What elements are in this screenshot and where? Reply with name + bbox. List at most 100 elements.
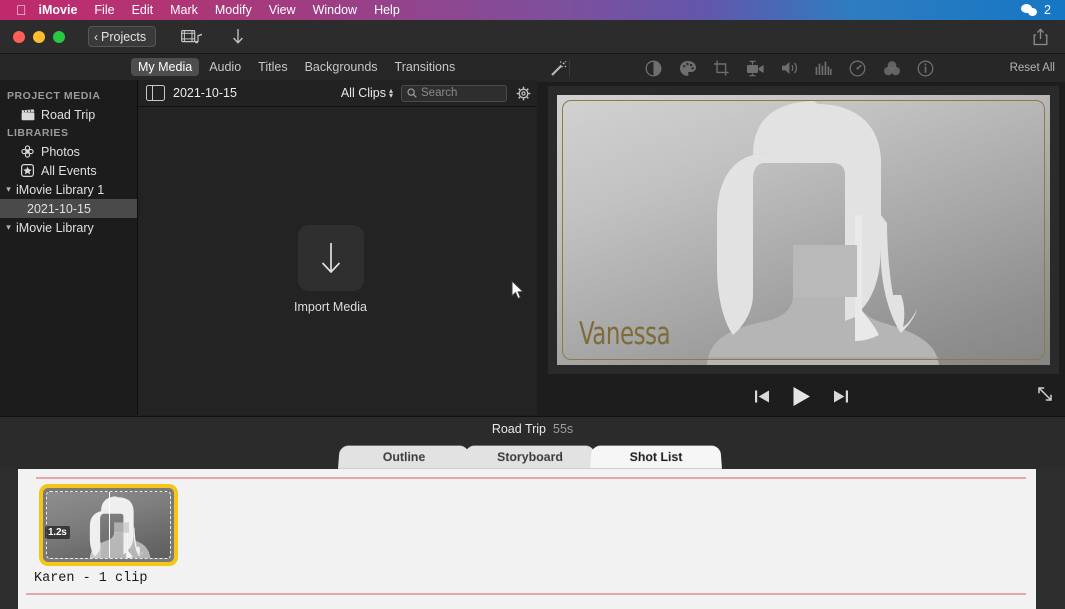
speed-gauge-icon[interactable] bbox=[848, 59, 867, 78]
video-preview[interactable]: Vanessa bbox=[548, 86, 1059, 374]
menu-item-view[interactable]: View bbox=[269, 3, 296, 17]
chevron-down-icon[interactable]: ▾ bbox=[3, 184, 14, 195]
stabilization-camera-icon[interactable] bbox=[746, 59, 765, 78]
search-input[interactable]: Search bbox=[401, 84, 507, 102]
maximize-button[interactable] bbox=[53, 30, 65, 43]
playback-controls bbox=[537, 378, 1065, 415]
library-tabs: My Media Audio Titles Backgrounds Transi… bbox=[0, 54, 537, 80]
viewer-adjust-group bbox=[570, 59, 1010, 78]
color-correction-palette-icon[interactable] bbox=[678, 59, 697, 78]
tab-shot-list[interactable]: Shot List bbox=[590, 445, 722, 469]
color-filter-icon[interactable] bbox=[882, 59, 901, 78]
projects-back-button[interactable]: ‹ Projects bbox=[88, 26, 157, 47]
wechat-badge-count: 2 bbox=[1044, 3, 1051, 17]
volume-icon[interactable] bbox=[780, 59, 799, 78]
sidebar-header-project-media: PROJECT MEDIA bbox=[7, 90, 101, 102]
menu-item-edit[interactable]: Edit bbox=[132, 3, 154, 17]
close-button[interactable] bbox=[13, 30, 25, 43]
star-box-icon bbox=[20, 164, 35, 178]
menu-item-mark[interactable]: Mark bbox=[170, 3, 198, 17]
sidebar-item-label: All Events bbox=[41, 163, 97, 178]
apple-icon[interactable]:  bbox=[16, 3, 27, 17]
viewer-adjust-toolbar: Reset All bbox=[537, 54, 1065, 82]
gear-icon[interactable] bbox=[515, 85, 531, 101]
info-icon[interactable] bbox=[916, 59, 935, 78]
menu-item-imovie[interactable]: iMovie bbox=[39, 3, 78, 17]
shot-list-panel: 1.2s Karen - 1 clip bbox=[0, 469, 1065, 609]
project-duration-label: 55s bbox=[553, 422, 574, 436]
sidebar-item-2021-10-15[interactable]: 2021-10-15 bbox=[0, 199, 137, 218]
crop-icon[interactable] bbox=[712, 59, 731, 78]
photos-flower-icon bbox=[20, 145, 35, 159]
sidebar-toggle-icon[interactable] bbox=[146, 85, 165, 101]
tab-titles[interactable]: Titles bbox=[251, 58, 294, 76]
stepper-updown-icon[interactable]: ▴ ▾ bbox=[389, 87, 393, 100]
download-arrow-icon[interactable] bbox=[225, 26, 251, 48]
minimize-button[interactable] bbox=[33, 30, 45, 43]
project-title-bar: Road Trip 55s bbox=[0, 416, 1065, 441]
tab-my-media[interactable]: My Media bbox=[131, 58, 200, 76]
shot-list-page: 1.2s Karen - 1 clip bbox=[18, 469, 1036, 609]
macos-menubar:  iMovie File Edit Mark Modify View Wind… bbox=[0, 0, 1065, 20]
wechat-icon[interactable] bbox=[1021, 3, 1038, 17]
search-placeholder: Search bbox=[421, 87, 458, 99]
window-toolbar: ‹ Projects bbox=[0, 20, 1065, 54]
menu-item-window[interactable]: Window bbox=[313, 3, 357, 17]
tab-label: Storyboard bbox=[496, 450, 564, 465]
tab-label: Outline bbox=[382, 450, 426, 465]
shot-list-rule-bottom bbox=[26, 593, 1026, 595]
clip-duration-badge: 1.2s bbox=[45, 526, 70, 539]
sidebar-item-photos[interactable]: Photos bbox=[0, 142, 137, 161]
tab-transitions[interactable]: Transitions bbox=[388, 58, 463, 76]
all-clips-filter[interactable]: All Clips ▴ ▾ bbox=[341, 86, 393, 100]
tab-audio[interactable]: Audio bbox=[202, 58, 248, 76]
title-slide: Vanessa bbox=[557, 95, 1050, 365]
clapperboard-icon bbox=[20, 108, 35, 122]
play-icon[interactable] bbox=[792, 386, 811, 407]
share-icon[interactable] bbox=[1025, 25, 1055, 49]
projects-button-label: Projects bbox=[101, 29, 147, 44]
import-media-label: Import Media bbox=[294, 300, 367, 314]
magic-wand-icon[interactable] bbox=[548, 58, 568, 78]
library-sidebar: PROJECT MEDIA Road Trip LIBRARIES Photos… bbox=[0, 80, 138, 415]
mouse-cursor bbox=[511, 279, 525, 300]
slide-title-text: Vanessa bbox=[579, 316, 671, 352]
fullscreen-icon[interactable] bbox=[1033, 382, 1057, 406]
tab-outline[interactable]: Outline bbox=[338, 445, 470, 469]
chevron-down-icon[interactable]: ▾ bbox=[3, 222, 14, 233]
sidebar-item-label: Photos bbox=[41, 144, 80, 159]
tab-backgrounds[interactable]: Backgrounds bbox=[298, 58, 385, 76]
search-icon bbox=[407, 88, 417, 98]
project-tabstrip: Outline Storyboard Shot List bbox=[0, 441, 1065, 469]
tab-storyboard[interactable]: Storyboard bbox=[464, 445, 596, 469]
sidebar-item-imovie-library-1[interactable]: ▾ iMovie Library 1 bbox=[0, 180, 137, 199]
skip-to-start-icon[interactable] bbox=[754, 389, 770, 404]
skip-to-end-icon[interactable] bbox=[833, 389, 849, 404]
sidebar-item-label: 2021-10-15 bbox=[27, 201, 91, 216]
shot-list-caption[interactable]: Karen - 1 clip bbox=[34, 571, 147, 586]
tab-label: Shot List bbox=[629, 450, 683, 465]
down-arrow-icon bbox=[297, 225, 364, 291]
film-music-icon[interactable] bbox=[179, 26, 205, 48]
sidebar-item-label: iMovie Library 1 bbox=[16, 182, 105, 197]
equalizer-icon[interactable] bbox=[814, 59, 833, 78]
menu-item-help[interactable]: Help bbox=[374, 3, 400, 17]
import-media-button[interactable]: Import Media bbox=[138, 225, 523, 314]
sidebar-header-libraries: LIBRARIES bbox=[7, 127, 69, 139]
reset-all-button[interactable]: Reset All bbox=[1010, 62, 1065, 74]
browser-scrollbar[interactable] bbox=[523, 107, 537, 415]
sidebar-item-all-events[interactable]: All Events bbox=[0, 161, 137, 180]
menu-item-modify[interactable]: Modify bbox=[215, 3, 252, 17]
sidebar-item-imovie-library[interactable]: ▾ iMovie Library bbox=[0, 218, 137, 237]
browser-header: 2021-10-15 All Clips ▴ ▾ Search bbox=[138, 80, 537, 107]
sidebar-item-label: iMovie Library bbox=[16, 220, 94, 235]
sidebar-item-road-trip[interactable]: Road Trip bbox=[0, 105, 137, 124]
menubar-tray: 2 bbox=[1021, 3, 1057, 17]
clip-playhead bbox=[108, 492, 110, 558]
clip-thumbnail-image bbox=[46, 491, 171, 559]
media-browser: Import Media bbox=[138, 107, 523, 415]
menu-item-file[interactable]: File bbox=[94, 3, 114, 17]
imovie-window:  iMovie File Edit Mark Modify View Wind… bbox=[0, 0, 1065, 609]
shot-list-clip-thumbnail[interactable]: 1.2s bbox=[39, 484, 178, 566]
color-balance-icon[interactable] bbox=[644, 59, 663, 78]
